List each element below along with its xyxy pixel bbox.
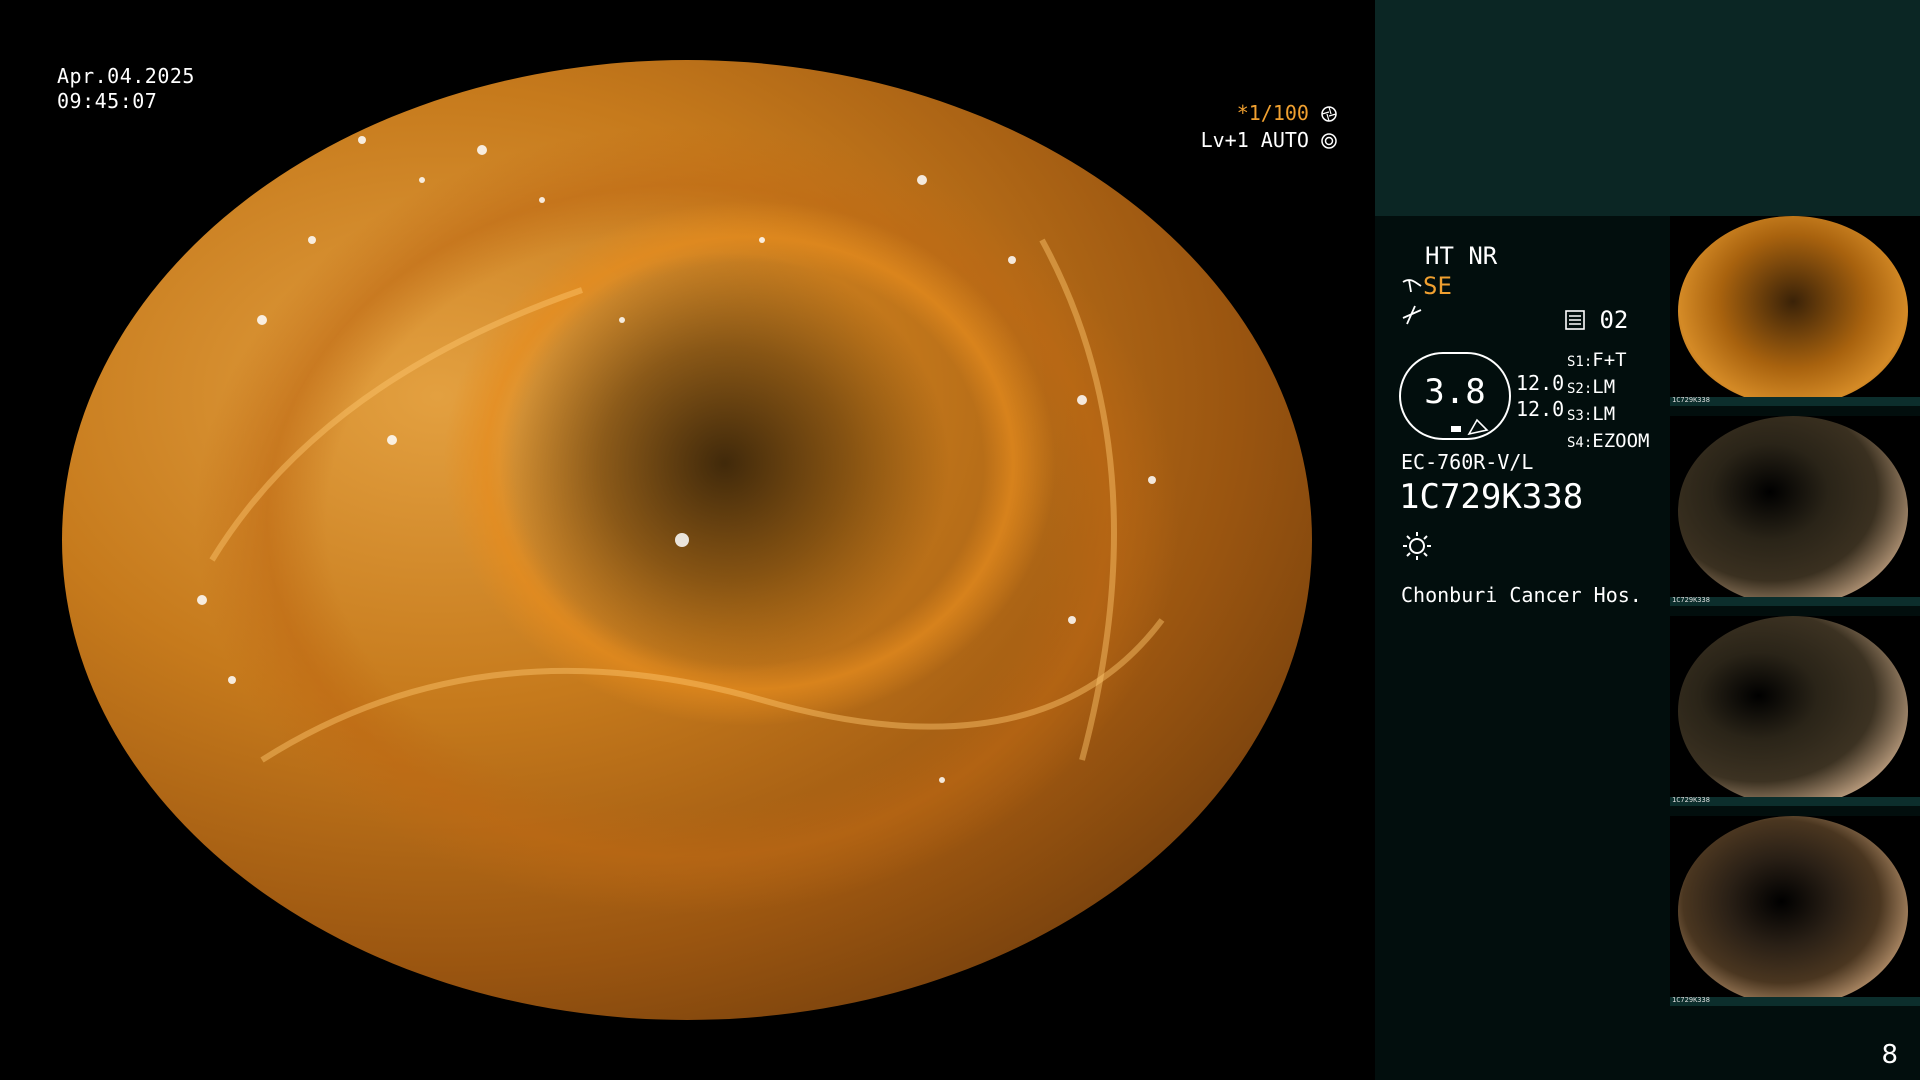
switch-list: S1:F+T S2:LM S3:LM S4:EZOOM: [1567, 348, 1650, 456]
endoscopic-image: [62, 60, 1312, 1020]
switch-row: S3:LM: [1567, 403, 1616, 425]
param-top: 12.0: [1516, 371, 1565, 395]
thumbnail-caption: 1C729K338: [1672, 596, 1710, 604]
structure-enhance-icon: [1402, 279, 1422, 293]
header-box: [1375, 0, 1920, 216]
se-row: SE: [1401, 272, 1452, 300]
scope-serial: 1C729K338: [1399, 477, 1584, 517]
thumbnail-caption: 1C729K338: [1672, 396, 1710, 404]
preset-icon: [1565, 310, 1585, 330]
thumbnail-4[interactable]: 1C729K338: [1670, 816, 1920, 1006]
exposure-icon: [1321, 133, 1337, 149]
switch-row: S4:EZOOM: [1567, 430, 1650, 452]
thumbnail-caption: 1C729K338: [1672, 996, 1710, 1004]
info-panel: HT NR SE 02 3.8 12.0 12.0 S1:F+T S2:LM S…: [1375, 0, 1920, 1080]
thumbnail-2[interactable]: 1C729K338: [1670, 416, 1920, 606]
contrast-icon: [1401, 304, 1423, 330]
datetime-stamp: Apr.04.2025 09:45:07: [57, 64, 195, 114]
switch-row: S1:F+T: [1567, 349, 1627, 371]
shutter-text: *1/100: [1236, 101, 1309, 125]
date-text: Apr.04.2025: [57, 64, 195, 88]
switch-row: S2:LM: [1567, 376, 1616, 398]
level-text: Lv+1 AUTO: [1200, 128, 1309, 152]
thumbnail-caption: 1C729K338: [1672, 796, 1710, 804]
thumbnail-1[interactable]: 1C729K338: [1670, 216, 1920, 406]
param-bottom: 12.0: [1516, 397, 1565, 421]
preset-row: 02: [1565, 306, 1628, 334]
preset-number: 02: [1599, 306, 1629, 334]
hospital-name: Chonburi Cancer Hos.: [1401, 583, 1642, 607]
scope-model: EC-760R-V/L: [1401, 450, 1534, 474]
thumbnail-3[interactable]: 1C729K338: [1670, 616, 1920, 806]
zoom-dial: 3.8: [1399, 352, 1511, 440]
light-source-icon: [1401, 530, 1433, 566]
page-number: 8: [1881, 1040, 1898, 1070]
se-label: SE: [1423, 272, 1452, 300]
endoscope-main-view: Apr.04.2025 09:45:07 *1/100 Lv+1 AUTO: [0, 0, 1375, 1080]
mode-text: HT NR: [1425, 242, 1498, 270]
dial-value: 3.8: [1424, 372, 1486, 412]
exposure-readout: *1/100 Lv+1 AUTO: [1201, 100, 1337, 154]
time-text: 09:45:07: [57, 89, 158, 113]
aperture-icon: [1321, 106, 1337, 122]
